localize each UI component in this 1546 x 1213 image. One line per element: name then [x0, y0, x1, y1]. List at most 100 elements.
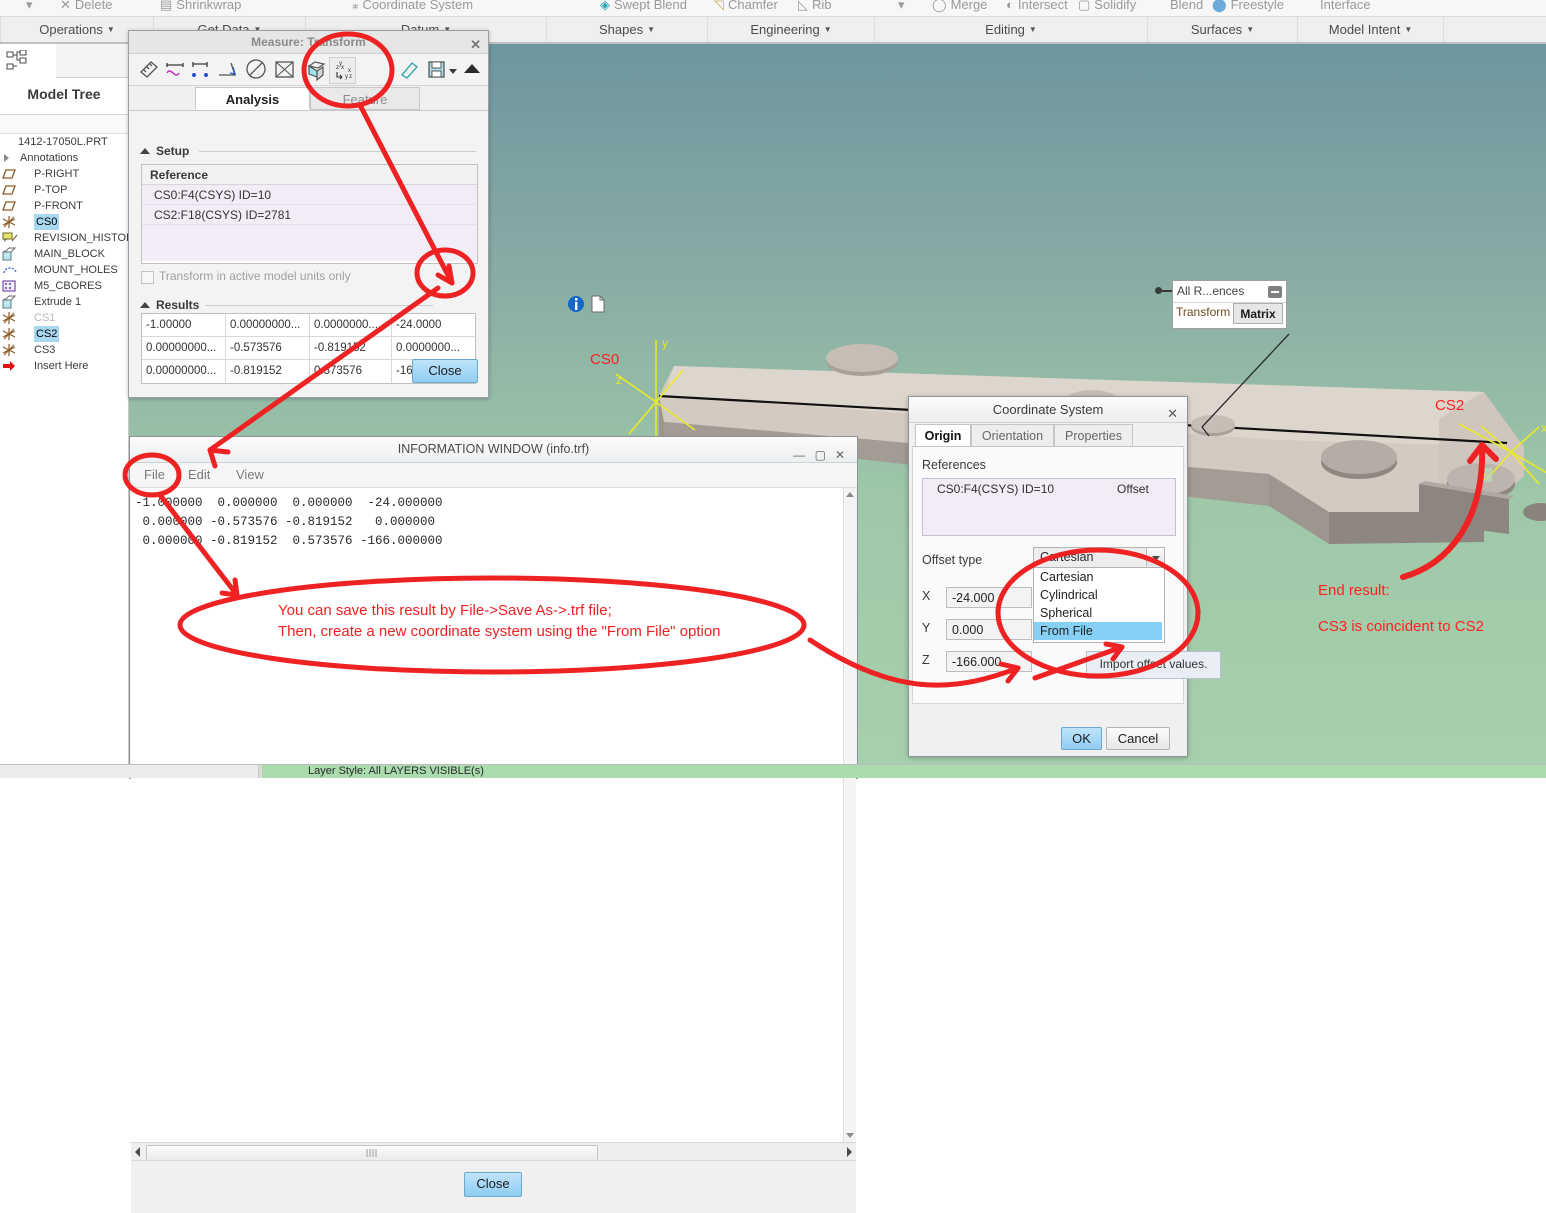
horizontal-scrollbar[interactable]: [131, 1142, 856, 1161]
ribbon-command[interactable]: ▾: [898, 0, 905, 13]
ribbon-command[interactable]: ▾: [26, 0, 33, 13]
ribbon-group-shapes[interactable]: Shapes ▼: [546, 17, 707, 43]
transform-tool-icon[interactable]: yzx xyz: [329, 57, 356, 84]
ribbon-command[interactable]: Interface: [1320, 0, 1371, 12]
close-icon[interactable]: ✕: [470, 34, 481, 56]
document-icon[interactable]: [591, 295, 605, 313]
model-tree-filter-bar[interactable]: [0, 115, 128, 134]
ribbon-command[interactable]: ◯ Merge: [932, 0, 987, 13]
cancel-button[interactable]: Cancel: [1106, 727, 1170, 750]
ribbon-command[interactable]: ▢ Solidify: [1078, 0, 1136, 13]
eraser-tool-icon[interactable]: [397, 57, 422, 82]
expander-triangle-icon[interactable]: [4, 154, 9, 162]
ribbon-group-model-intent[interactable]: Model Intent ▼: [1297, 17, 1443, 43]
volume-tool-icon[interactable]: [304, 57, 329, 82]
dropdown-option-spherical[interactable]: Spherical: [1034, 604, 1162, 622]
ribbon-command[interactable]: Blend: [1170, 0, 1203, 12]
diameter-tool-icon[interactable]: [244, 57, 269, 82]
dropdown-option-cylindrical[interactable]: Cylindrical: [1034, 586, 1162, 604]
chevron-down-icon[interactable]: [1146, 548, 1164, 566]
ribbon-command[interactable]: ◹ Chamfer: [714, 0, 778, 13]
reference-row[interactable]: CS0:F4(CSYS) ID=10: [142, 185, 477, 205]
curve-length-tool-icon[interactable]: [163, 57, 188, 82]
offset-x-key: X: [922, 589, 931, 603]
model-tree-tab[interactable]: [0, 44, 57, 78]
angle-tool-icon[interactable]: [216, 57, 241, 82]
menu-view[interactable]: View: [236, 467, 264, 482]
ribbon-command[interactable]: ▤ Shrinkwrap: [160, 0, 241, 13]
dropdown-option-from-file[interactable]: From File: [1034, 622, 1162, 640]
measure-transform-dialog[interactable]: Measure: Transform ✕ yzx xyz Analysis Fe…: [128, 30, 605, 398]
transform-units-checkbox[interactable]: [141, 271, 154, 284]
save-dropdown-icon[interactable]: [447, 57, 459, 82]
model-tree-item-cs1[interactable]: CS1: [0, 310, 128, 326]
all-references-popup[interactable]: All R...ences Transform Matrix: [1172, 280, 1287, 329]
model-tree-item-annotations[interactable]: Annotations: [0, 150, 128, 166]
scroll-up-icon[interactable]: [844, 489, 856, 501]
model-tree-item-cs0[interactable]: CS0: [0, 214, 128, 230]
reference-row[interactable]: CS0:F4(CSYS) ID=10 Offset: [923, 479, 1175, 499]
collapse-arrow-icon[interactable]: [459, 57, 484, 82]
model-tree-item-cs2[interactable]: CS2: [0, 326, 128, 342]
model-tree-item-main-block[interactable]: MAIN_BLOCK: [0, 246, 128, 262]
model-tree-item-p-right[interactable]: P-RIGHT: [0, 166, 128, 182]
ribbon-command[interactable]: ◺ Rib: [798, 0, 832, 13]
ribbon-group-engineering[interactable]: Engineering ▼: [707, 17, 874, 43]
offset-y-input[interactable]: 0.000: [946, 619, 1032, 640]
info-icon[interactable]: [567, 294, 585, 314]
coordinate-system-dialog[interactable]: Coordinate System ✕ Origin Orientation P…: [908, 396, 1188, 757]
reference-empty-area[interactable]: [142, 225, 477, 261]
ribbon-command[interactable]: ✕ Delete: [60, 0, 112, 13]
offset-z-input[interactable]: -166.000: [946, 651, 1032, 672]
tab-origin[interactable]: Origin: [915, 424, 971, 447]
scrollbar-thumb[interactable]: [146, 1145, 598, 1161]
collapse-triangle-icon[interactable]: [140, 148, 150, 154]
ribbon-command[interactable]: ◐ Intersect: [1006, 0, 1068, 12]
measure-close-button[interactable]: Close: [412, 359, 478, 383]
model-tree-item-p-front[interactable]: P-FRONT: [0, 198, 128, 214]
ribbon-command[interactable]: ◈ Swept Blend: [600, 0, 687, 13]
scroll-down-icon[interactable]: [844, 1129, 856, 1141]
tab-orientation[interactable]: Orientation: [971, 424, 1054, 447]
menu-edit[interactable]: Edit: [188, 467, 210, 482]
references-list[interactable]: CS0:F4(CSYS) ID=10 Offset: [922, 478, 1176, 536]
tab-feature[interactable]: Feature: [310, 87, 420, 110]
tab-properties[interactable]: Properties: [1054, 424, 1133, 447]
ribbon-group-surfaces[interactable]: Surfaces ▼: [1147, 17, 1297, 43]
ribbon-command[interactable]: ⬤ Freestyle: [1212, 0, 1284, 13]
ribbon-command[interactable]: ⁎ Coordinate System: [352, 0, 473, 13]
close-icon[interactable]: ✕: [1167, 401, 1178, 426]
area-tool-icon[interactable]: [272, 57, 297, 82]
reference-row[interactable]: CS2:F18(CSYS) ID=2781: [142, 205, 477, 225]
offset-x-input[interactable]: -24.000: [946, 587, 1032, 608]
model-tree-item-1412-17050l-prt[interactable]: 1412-17050L.PRT: [0, 134, 128, 150]
model-tree-item-cs3[interactable]: CS3: [0, 342, 128, 358]
information-window[interactable]: INFORMATION WINDOW (info.trf) — ▢ ✕ File…: [129, 436, 858, 1213]
minimize-icon[interactable]: [1268, 286, 1282, 298]
model-tree-item-revision-history[interactable]: REVISION_HISTORY: [0, 230, 141, 246]
tab-analysis[interactable]: Analysis: [195, 87, 310, 110]
model-tree-item-p-top[interactable]: P-TOP: [0, 182, 128, 198]
distance-tool-icon[interactable]: [189, 57, 214, 82]
reference-list[interactable]: Reference CS0:F4(CSYS) ID=10 CS2:F18(CSY…: [141, 164, 478, 264]
ribbon-command-label: Solidify: [1094, 0, 1137, 12]
scroll-right-icon[interactable]: [843, 1144, 855, 1160]
model-tree-item-extrude-1[interactable]: Extrude 1: [0, 294, 128, 310]
datum-plane-icon: [2, 167, 16, 181]
information-window-close-button[interactable]: Close: [464, 1172, 522, 1197]
collapse-triangle-icon[interactable]: [140, 302, 150, 308]
matrix-cell: 0.00000000...: [142, 337, 226, 360]
matrix-button[interactable]: Matrix: [1233, 303, 1283, 324]
ok-button[interactable]: OK: [1061, 727, 1102, 750]
dropdown-option-cartesian[interactable]: Cartesian: [1034, 568, 1162, 586]
offset-type-combobox[interactable]: Cartesian: [1033, 547, 1165, 569]
model-tree-item-insert-here[interactable]: Insert Here: [0, 358, 128, 374]
model-tree-item-m5-cbores[interactable]: M5_CBORES: [0, 278, 128, 294]
model-tree-item-mount-holes[interactable]: MOUNT_HOLES: [0, 262, 128, 278]
ruler-tool-icon[interactable]: [137, 57, 162, 82]
scroll-left-icon[interactable]: [132, 1144, 144, 1160]
vertical-scrollbar[interactable]: [843, 488, 856, 1142]
ribbon-group-editing[interactable]: Editing ▼: [874, 17, 1147, 43]
menu-file[interactable]: File: [144, 467, 165, 482]
offset-type-dropdown-list[interactable]: Cartesian Cylindrical Spherical From Fil…: [1033, 567, 1165, 643]
